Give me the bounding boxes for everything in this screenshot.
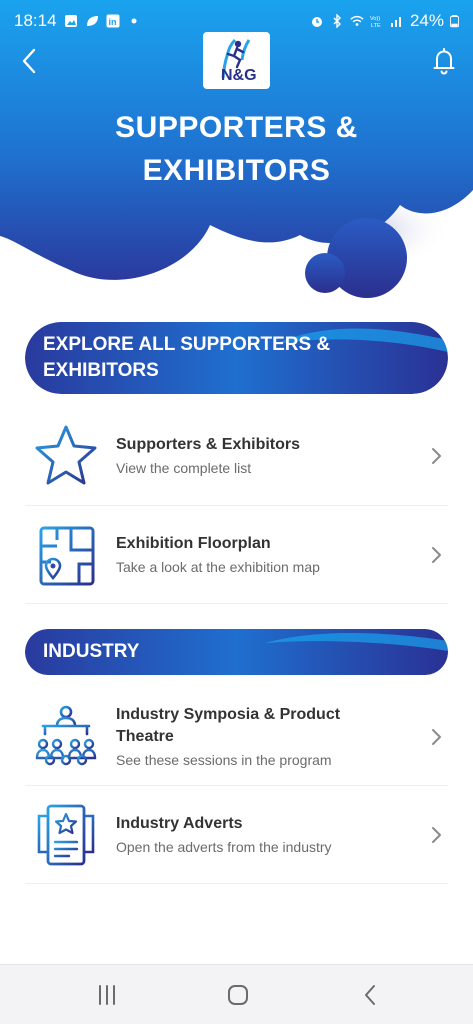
svg-text:LTE: LTE [371, 23, 381, 28]
item-title-line1: Industry Symposia & Product [116, 705, 341, 723]
wifi-icon [350, 15, 364, 26]
signal-icon [390, 17, 401, 27]
leaf-icon [86, 16, 98, 26]
item-title: Exhibition Floorplan [116, 534, 271, 552]
section-label-line1: INDUSTRY [43, 641, 140, 662]
list-item-industry-symposia[interactable]: Industry Symposia & Product Theatre See … [25, 688, 448, 786]
chevron-right-icon [432, 546, 441, 563]
item-title: Supporters & Exhibitors [116, 435, 301, 453]
bell-icon[interactable] [429, 44, 459, 78]
battery-icon [450, 15, 459, 28]
dot-icon [131, 18, 137, 24]
star-icon [35, 425, 97, 484]
app-logo: N&G [203, 32, 270, 89]
system-nav-bar [0, 964, 473, 1024]
back-arrow-icon[interactable] [14, 44, 44, 78]
item-title: Industry Symposia & Product Theatre [116, 704, 428, 748]
logo-text: N&G [221, 67, 257, 84]
list-item-industry-adverts[interactable]: Industry Adverts Open the adverts from t… [25, 786, 448, 884]
home-icon[interactable] [224, 981, 252, 1009]
section-label-line1: EXPLORE ALL SUPPORTERS & [43, 334, 331, 355]
symposium-audience-icon [35, 705, 97, 765]
list-item-exhibition-floorplan[interactable]: Exhibition Floorplan Take a look at the … [25, 506, 448, 604]
item-subtitle: View the complete list [116, 459, 252, 476]
page-title-line2: EXHIBITORS [142, 154, 331, 187]
page-title: SUPPORTERS & EXHIBITORS [40, 106, 433, 192]
recent-apps-icon[interactable] [93, 981, 121, 1009]
chevron-right-icon [432, 447, 441, 464]
chevron-right-icon [432, 826, 441, 843]
top-nav: N&G [0, 32, 473, 92]
item-subtitle: See these sessions in the program [116, 751, 332, 768]
page-title-line1: SUPPORTERS & [115, 111, 358, 144]
linkedin-icon: in [106, 14, 120, 28]
item-subtitle: Open the adverts from the industry [116, 838, 332, 855]
item-title-line2: Theatre [116, 727, 174, 745]
bluetooth-icon [333, 14, 341, 28]
item-title: Industry Adverts [116, 814, 243, 832]
alarm-icon [311, 17, 322, 27]
system-back-icon[interactable] [357, 981, 385, 1009]
gallery-icon [64, 15, 77, 27]
status-time: 18:14 [14, 11, 57, 30]
logo-mark: N&G [221, 38, 257, 84]
volte-icon: Vo))LTE [370, 16, 381, 28]
svg-text:Vo)): Vo)) [370, 16, 380, 22]
battery-percent: 24% [409, 11, 444, 30]
chevron-right-icon [432, 728, 441, 745]
item-subtitle: Take a look at the exhibition map [116, 558, 320, 575]
floorplan-map-icon [39, 526, 95, 585]
section-banner-explore: EXPLORE ALL SUPPORTERS & EXHIBITORS [25, 322, 448, 394]
adverts-icon [37, 804, 95, 865]
section-banner-industry: INDUSTRY [25, 629, 448, 675]
svg-text:in: in [108, 17, 116, 27]
section-label-line2: EXHIBITORS [43, 360, 159, 381]
list-item-supporters-exhibitors[interactable]: Supporters & Exhibitors View the complet… [25, 406, 448, 506]
